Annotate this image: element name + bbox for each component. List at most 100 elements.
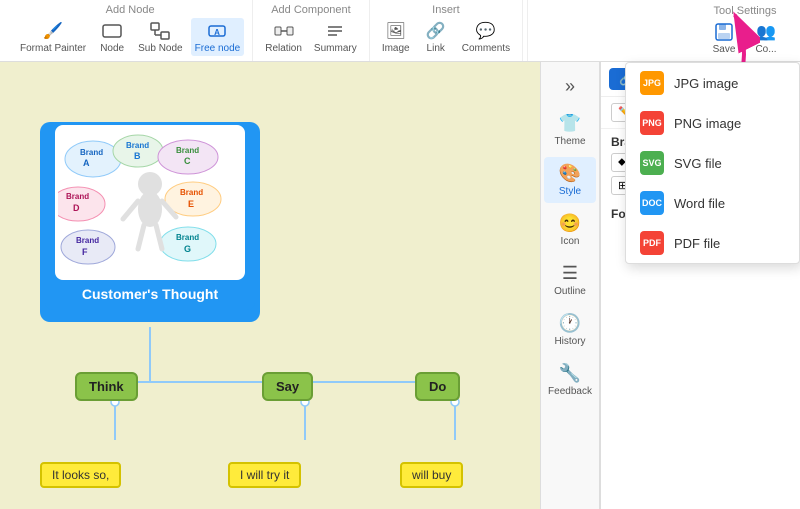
- outline-label: Outline: [554, 286, 586, 297]
- child-node-say[interactable]: Say: [262, 372, 313, 401]
- leaf-node-buy[interactable]: will buy: [400, 462, 463, 488]
- main-node[interactable]: Brand A Brand B Brand C Brand D Brand E …: [40, 122, 260, 322]
- leaf-node-looks[interactable]: It looks so,: [40, 462, 121, 488]
- child-node-think[interactable]: Think: [75, 372, 138, 401]
- jpg-label: JPG image: [674, 76, 738, 91]
- jpg-icon: JPG: [640, 71, 664, 95]
- history-label: History: [554, 336, 585, 347]
- format-painter-btn[interactable]: 🖌️ Format Painter: [16, 18, 90, 56]
- style-icon: 🎨: [559, 163, 581, 184]
- image-label: Image: [382, 43, 410, 54]
- toolbar-group-add-component: Add Component Relation Summary: [253, 0, 370, 61]
- doc-label: Word file: [674, 196, 725, 211]
- pdf-label: PDF file: [674, 236, 720, 251]
- svg-text:A: A: [83, 158, 90, 168]
- feedback-label: Feedback: [548, 386, 592, 397]
- icon-label: Icon: [561, 236, 580, 247]
- relation-icon: [273, 20, 295, 42]
- svg-text:B: B: [134, 151, 141, 161]
- toolbar-group-add-node: Add Node 🖌️ Format Painter Node Sub Node: [8, 0, 253, 61]
- leaf-node-try[interactable]: I will try it: [228, 462, 301, 488]
- dropdown-svg[interactable]: SVG SVG file: [626, 143, 799, 183]
- svg-text:Brand: Brand: [80, 148, 103, 157]
- svg-text:E: E: [188, 199, 194, 209]
- feedback-icon: 🔧: [559, 363, 581, 384]
- link-icon: 🔗: [425, 20, 447, 42]
- summary-btn[interactable]: Summary: [310, 18, 361, 56]
- free-node-btn[interactable]: A Free node: [191, 18, 245, 56]
- sidebar-icon-btn[interactable]: 😊 Icon: [544, 207, 596, 253]
- svg-text:Brand: Brand: [180, 188, 203, 197]
- node-btn[interactable]: Node: [94, 18, 130, 56]
- svg-text:Brand: Brand: [176, 233, 199, 242]
- free-node-icon: A: [206, 20, 228, 42]
- save-label: Save: [713, 44, 736, 55]
- theme-icon: 👕: [559, 113, 581, 134]
- dropdown-doc[interactable]: DOC Word file: [626, 183, 799, 223]
- png-icon: PNG: [640, 111, 664, 135]
- main-node-label: Customer's Thought: [82, 286, 218, 302]
- outline-icon: ☰: [562, 263, 578, 284]
- node-image: Brand A Brand B Brand C Brand D Brand E …: [55, 125, 245, 280]
- sidebar-theme-btn[interactable]: 👕 Theme: [544, 107, 596, 153]
- insert-items: 🖼 Image 🔗 Link 💬 Comments: [378, 18, 514, 56]
- theme-label: Theme: [554, 136, 585, 147]
- node-icon: [101, 20, 123, 42]
- svg-text:A: A: [215, 28, 221, 37]
- node-label: Node: [100, 43, 124, 54]
- sidebar-style-btn[interactable]: 🎨 Style: [544, 157, 596, 203]
- co-icon: 👥: [755, 21, 777, 43]
- insert-title: Insert: [432, 4, 460, 16]
- dropdown-jpg[interactable]: JPG JPG image: [626, 63, 799, 103]
- sub-node-icon: [149, 20, 171, 42]
- summary-icon: [324, 20, 346, 42]
- free-node-label: Free node: [195, 43, 241, 54]
- sub-node-btn[interactable]: Sub Node: [134, 18, 186, 56]
- svg-icon: SVG: [640, 151, 664, 175]
- svg-text:Brand: Brand: [176, 146, 199, 155]
- top-toolbar: Add Node 🖌️ Format Painter Node Sub Node: [0, 0, 800, 62]
- image-icon: 🖼: [385, 20, 407, 42]
- doc-icon: DOC: [640, 191, 664, 215]
- history-icon: 🕐: [559, 313, 581, 334]
- svg-text:Brand: Brand: [126, 141, 149, 150]
- comments-btn[interactable]: 💬 Comments: [458, 18, 514, 56]
- add-component-items: Relation Summary: [261, 18, 361, 56]
- style-label: Style: [559, 186, 581, 197]
- add-component-title: Add Component: [271, 4, 351, 16]
- image-btn[interactable]: 🖼 Image: [378, 18, 414, 56]
- export-dropdown: JPG JPG image PNG PNG image SVG SVG file…: [625, 62, 800, 264]
- save-btn[interactable]: Save: [706, 19, 742, 57]
- sidebar-history-btn[interactable]: 🕐 History: [544, 307, 596, 353]
- co-label: Co...: [755, 44, 776, 55]
- save-icon: [713, 21, 735, 43]
- comments-icon: 💬: [475, 20, 497, 42]
- sub-node-label: Sub Node: [138, 43, 182, 54]
- svg-text:G: G: [184, 244, 191, 254]
- relation-btn[interactable]: Relation: [261, 18, 306, 56]
- comments-label: Comments: [462, 43, 510, 54]
- pdf-icon: PDF: [640, 231, 664, 255]
- canvas-area[interactable]: Brand A Brand B Brand C Brand D Brand E …: [0, 62, 540, 509]
- icon-icon: 😊: [559, 213, 581, 234]
- toolbar-group-insert: Insert 🖼 Image 🔗 Link 💬 Comments: [370, 0, 523, 61]
- add-node-items: 🖌️ Format Painter Node Sub Node A Free: [16, 18, 244, 56]
- sidebar-outline-btn[interactable]: ☰ Outline: [544, 257, 596, 303]
- svg-label: SVG file: [674, 156, 722, 171]
- sidebar: » 👕 Theme 🎨 Style 😊 Icon ☰ Outline 🕐 His…: [540, 62, 600, 509]
- child-node-do[interactable]: Do: [415, 372, 460, 401]
- link-label: Link: [427, 43, 445, 54]
- sidebar-expand-btn[interactable]: »: [559, 70, 581, 103]
- relation-label: Relation: [265, 43, 302, 54]
- svg-text:Brand: Brand: [66, 192, 89, 201]
- png-label: PNG image: [674, 116, 741, 131]
- svg-text:D: D: [73, 203, 80, 213]
- svg-text:Brand: Brand: [76, 236, 99, 245]
- link-btn[interactable]: 🔗 Link: [418, 18, 454, 56]
- sidebar-feedback-btn[interactable]: 🔧 Feedback: [544, 357, 596, 403]
- dropdown-png[interactable]: PNG PNG image: [626, 103, 799, 143]
- dropdown-pdf[interactable]: PDF PDF file: [626, 223, 799, 263]
- tool-settings-title: Tool Settings: [714, 5, 777, 17]
- co-btn[interactable]: 👥 Co...: [748, 19, 784, 57]
- summary-label: Summary: [314, 43, 357, 54]
